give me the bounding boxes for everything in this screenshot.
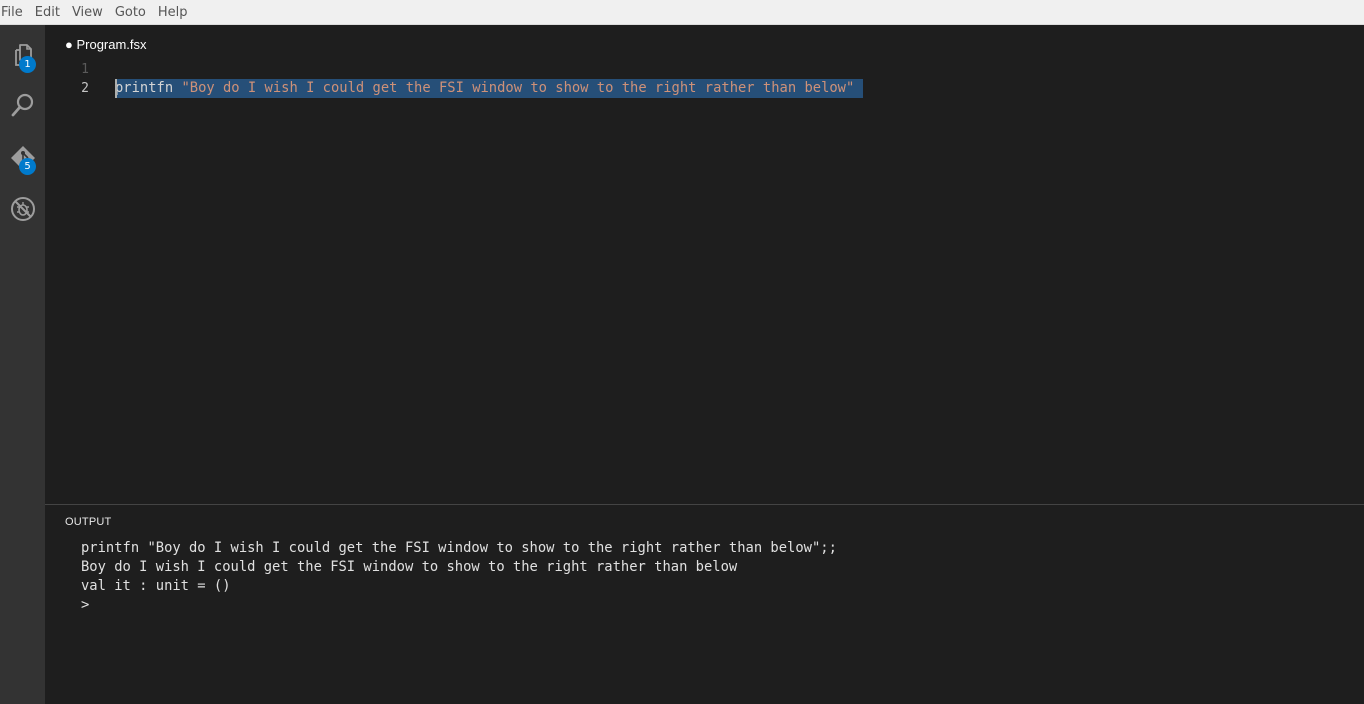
debug-button[interactable]	[0, 189, 45, 229]
git-button[interactable]: 5	[0, 138, 45, 178]
editor-tab-title[interactable]: ● Program.fsx	[65, 37, 147, 52]
output-panel[interactable]: OUTPUT printfn "Boy do I wish I could ge…	[45, 504, 1364, 704]
output-line: val it : unit = ()	[81, 578, 231, 594]
git-badge: 5	[19, 158, 36, 175]
debug-icon	[10, 197, 35, 221]
explorer-button[interactable]: 1	[0, 35, 45, 75]
activity-bar: 1 5	[0, 25, 45, 704]
menu-view[interactable]: View	[71, 0, 109, 25]
menu-file[interactable]: File	[0, 0, 29, 25]
code-keyword: printfn	[115, 80, 174, 96]
menu-help[interactable]: Help	[157, 0, 194, 25]
explorer-badge: 1	[19, 56, 36, 73]
code-line-2[interactable]: printfn "Boy do I wish I could get the F…	[115, 79, 854, 98]
line-number: 2	[81, 81, 89, 96]
editor-area[interactable]: ● Program.fsx 1 2 printfn "Boy do I wish…	[45, 25, 1364, 504]
output-prompt[interactable]: >	[81, 596, 89, 615]
menu-goto[interactable]: Goto	[114, 0, 152, 25]
menu-edit[interactable]: Edit	[34, 0, 66, 25]
line-number: 1	[81, 62, 89, 77]
search-button[interactable]	[0, 85, 45, 125]
search-icon	[11, 93, 33, 117]
menu-bar: File Edit View Goto Help	[0, 0, 1364, 25]
output-line: Boy do I wish I could get the FSI window…	[81, 559, 738, 575]
panel-title[interactable]: OUTPUT	[65, 516, 111, 528]
output-line: printfn "Boy do I wish I could get the F…	[81, 540, 837, 556]
text-cursor	[115, 79, 117, 98]
code-string: "Boy do I wish I could get the FSI windo…	[181, 80, 855, 96]
